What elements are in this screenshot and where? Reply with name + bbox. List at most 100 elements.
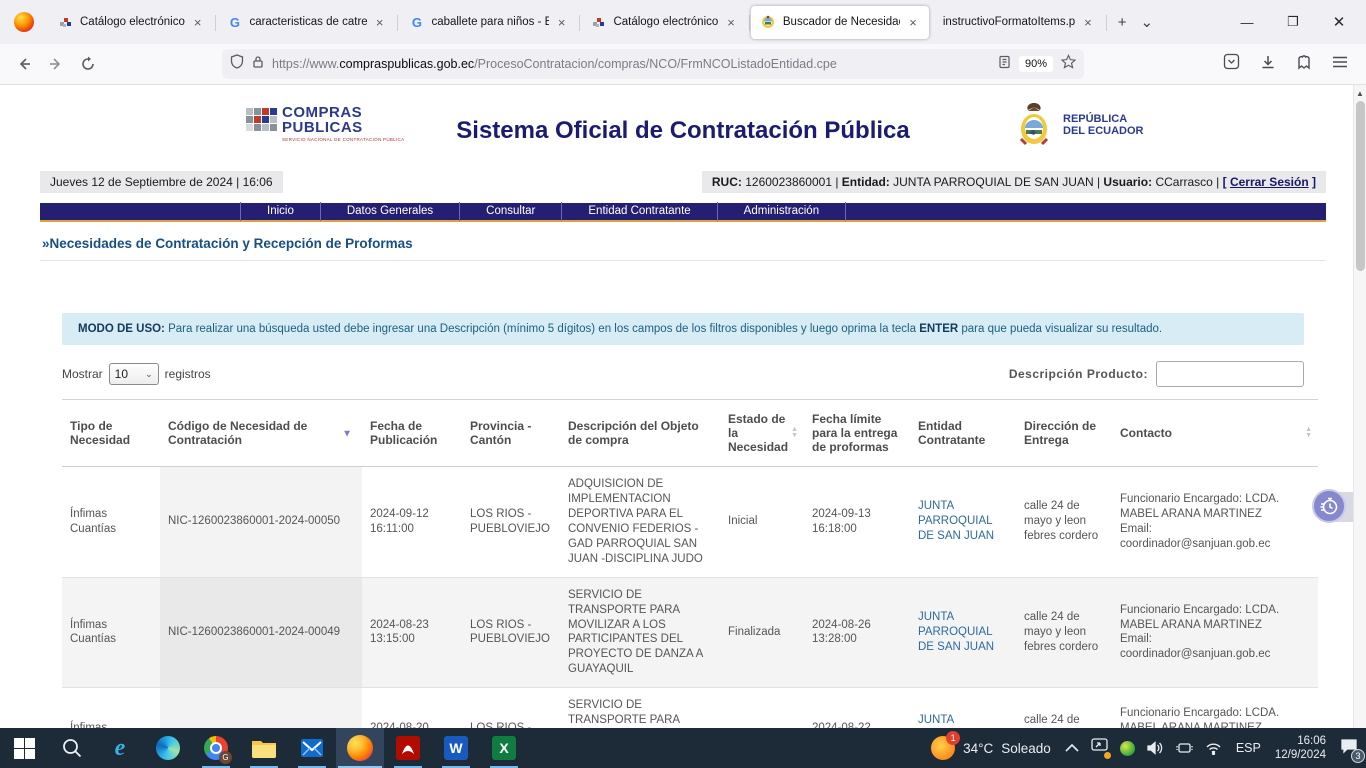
shield-icon[interactable]: [230, 54, 244, 74]
header-contacto[interactable]: Contacto▲▼: [1112, 400, 1318, 467]
excel-icon: X: [492, 736, 516, 760]
entidad-link[interactable]: JUNTA PARROQUIAL DE SAN JUAN: [918, 611, 994, 653]
nav-item-administracion[interactable]: Administración: [718, 202, 846, 221]
breadcrumb: »Necesidades de Contratación y Recepción…: [40, 230, 1326, 261]
language-indicator[interactable]: ESP: [1236, 741, 1261, 755]
header-descripcion-objeto[interactable]: Descripción del Objeto de compra: [560, 400, 720, 467]
notification-center-button[interactable]: 3: [1340, 738, 1358, 759]
tab-close-icon[interactable]: ×: [374, 15, 386, 30]
taskbar-chrome-button[interactable]: G: [192, 728, 240, 768]
bookmark-star-icon[interactable]: [1061, 54, 1076, 74]
tray-wifi-icon[interactable]: [1205, 742, 1222, 755]
window-minimize-button[interactable]: —: [1224, 15, 1270, 30]
tab-caracteristicas[interactable]: G caracteristicas de catre ×: [217, 6, 395, 39]
scrollbar-thumb[interactable]: [1356, 101, 1365, 271]
taskbar-firefox-button[interactable]: [336, 728, 384, 768]
tab-close-icon[interactable]: ×: [556, 15, 568, 30]
file-explorer-icon: [251, 737, 277, 759]
window-close-button[interactable]: ✕: [1316, 13, 1362, 31]
tray-display-icon[interactable]: [1091, 738, 1108, 758]
tab-close-icon[interactable]: ×: [725, 15, 737, 30]
taskbar-search-button[interactable]: [48, 728, 96, 768]
tab-close-icon[interactable]: ×: [1082, 15, 1094, 30]
url-text[interactable]: https://www.compraspublicas.gob.ec/Proce…: [272, 57, 990, 71]
cell-tipo: Ínfimas Cuantías: [62, 688, 160, 728]
tab-buscador-active[interactable]: Buscador de Necesidad ×: [751, 6, 929, 39]
nav-item-entidad-contratante[interactable]: Entidad Contratante: [562, 202, 717, 221]
nav-item-inicio[interactable]: Inicio: [240, 202, 321, 221]
nav-item-datos-generales[interactable]: Datos Generales: [321, 202, 460, 221]
taskbar-weather-widget[interactable]: 1 34°C Soleado: [931, 736, 1051, 760]
downloads-icon[interactable]: [1260, 54, 1276, 75]
reload-button[interactable]: [72, 48, 104, 80]
user-session-box: RUC: 1260023860001 | Entidad: JUNTA PARR…: [702, 171, 1326, 193]
header-fecha-publicacion[interactable]: Fecha de Publicación: [362, 400, 462, 467]
taskbar-mail-button[interactable]: [288, 728, 336, 768]
taskbar-clock[interactable]: 16:06 12/9/2024: [1275, 734, 1326, 762]
cell-fecha-limite: 2024-08-22 15:09:00: [804, 688, 910, 728]
taskbar-excel-button[interactable]: X: [480, 728, 528, 768]
tab-close-icon[interactable]: ×: [192, 15, 204, 30]
new-tab-button[interactable]: +: [1118, 14, 1127, 31]
cell-provincia: LOS RIOS - PUEBLOVIEJO: [462, 688, 560, 728]
tab-title: caballete para niños - B: [431, 16, 548, 28]
tab-instructivo-pdf[interactable]: instructivoFormatoItems.p ×: [933, 6, 1104, 39]
republica-ecuador-logo: REPÚBLICA DEL ECUADOR: [1013, 99, 1143, 151]
logout-link[interactable]: [ Cerrar Sesión ]: [1223, 175, 1316, 189]
header-direccion-entrega[interactable]: Dirección de Entrega: [1016, 400, 1112, 467]
scroll-up-arrow[interactable]: ▲: [1354, 85, 1366, 98]
records-per-page-select[interactable]: 10 ⌄: [109, 363, 159, 385]
usage-note-text: Para realizar una búsqueda usted debe in…: [165, 323, 919, 335]
tab-caballete[interactable]: G caballete para niños - B ×: [399, 6, 577, 39]
header-provincia-canton[interactable]: Provincia - Cantón: [462, 400, 560, 467]
session-timer-widget[interactable]: [1312, 489, 1352, 525]
tray-docking-icon[interactable]: [1176, 741, 1193, 755]
cell-codigo: NIC-1260023860001-2024-00050: [160, 467, 362, 578]
system-tray: [1065, 738, 1222, 758]
browser-tab-bar: Catálogo electrónico × G caracteristicas…: [0, 0, 1366, 44]
taskbar-edge-button[interactable]: [144, 728, 192, 768]
browser-toolbar: https://www.compraspublicas.gob.ec/Proce…: [0, 44, 1366, 85]
entidad-link[interactable]: JUNTA PARROQUIAL DE SAN JUAN: [918, 714, 994, 728]
tray-chevron-up-icon[interactable]: [1065, 743, 1079, 753]
reader-mode-icon[interactable]: [998, 55, 1011, 74]
window-maximize-button[interactable]: ❐: [1270, 14, 1316, 30]
header-estado-necesidad[interactable]: Estado de la Necesidad▲▼: [720, 400, 804, 467]
table-row: Ínfimas Cuantías NIC-1260023860001-2024-…: [62, 577, 1318, 688]
url-bar[interactable]: https://www.compraspublicas.gob.ec/Proce…: [222, 49, 1084, 79]
cell-contacto: Funcionario Encargado: LCDA. MABEL ARANA…: [1112, 467, 1318, 578]
header-tipo-necesidad[interactable]: Tipo de Necesidad: [62, 400, 160, 467]
descripcion-producto-input[interactable]: [1156, 361, 1304, 387]
cell-estado: Finalizada: [720, 577, 804, 688]
weather-temp: 34°C: [963, 741, 993, 756]
tab-catalogo-2[interactable]: Catálogo electrónico ×: [581, 6, 746, 39]
table-row: Ínfimas Cuantías NIC-1260023860001-2024-…: [62, 467, 1318, 578]
tab-catalogo-1[interactable]: Catálogo electrónico ×: [48, 6, 213, 39]
back-button[interactable]: [8, 48, 40, 80]
tray-antivirus-icon[interactable]: [1120, 741, 1135, 756]
start-button[interactable]: [0, 728, 48, 768]
taskbar-explorer-button[interactable]: [240, 728, 288, 768]
taskbar-word-button[interactable]: W: [432, 728, 480, 768]
header-fecha-limite[interactable]: Fecha límite para la entrega de proforma…: [804, 400, 910, 467]
nav-item-consultar[interactable]: Consultar: [460, 202, 562, 221]
vertical-scrollbar[interactable]: ▲: [1353, 85, 1366, 728]
cell-direccion: calle 24 de mayo y leon febres cordero: [1016, 577, 1112, 688]
extensions-icon[interactable]: [1296, 54, 1312, 75]
sidebar-bookmarks-icon[interactable]: [1223, 53, 1240, 75]
lock-icon[interactable]: [252, 55, 264, 74]
tab-close-icon[interactable]: ×: [907, 15, 919, 30]
taskbar-ie-button[interactable]: e: [96, 728, 144, 768]
header-codigo-necesidad[interactable]: Código de Necesidad de Contratación▼: [160, 400, 362, 467]
usage-note-label: MODO DE USO:: [78, 323, 165, 335]
menu-hamburger-icon[interactable]: [1332, 55, 1348, 74]
tray-volume-icon[interactable]: [1147, 741, 1164, 755]
tab-list-button[interactable]: ⌄: [1141, 13, 1154, 31]
table-header-row: Tipo de Necesidad Código de Necesidad de…: [62, 400, 1318, 467]
taskbar-acrobat-button[interactable]: [384, 728, 432, 768]
header-entidad-contratante[interactable]: Entidad Contratante: [910, 400, 1016, 467]
zoom-level-badge[interactable]: 90%: [1019, 56, 1053, 72]
internet-explorer-icon: e: [115, 735, 126, 762]
entidad-link[interactable]: JUNTA PARROQUIAL DE SAN JUAN: [918, 500, 994, 542]
forward-button[interactable]: [40, 48, 72, 80]
